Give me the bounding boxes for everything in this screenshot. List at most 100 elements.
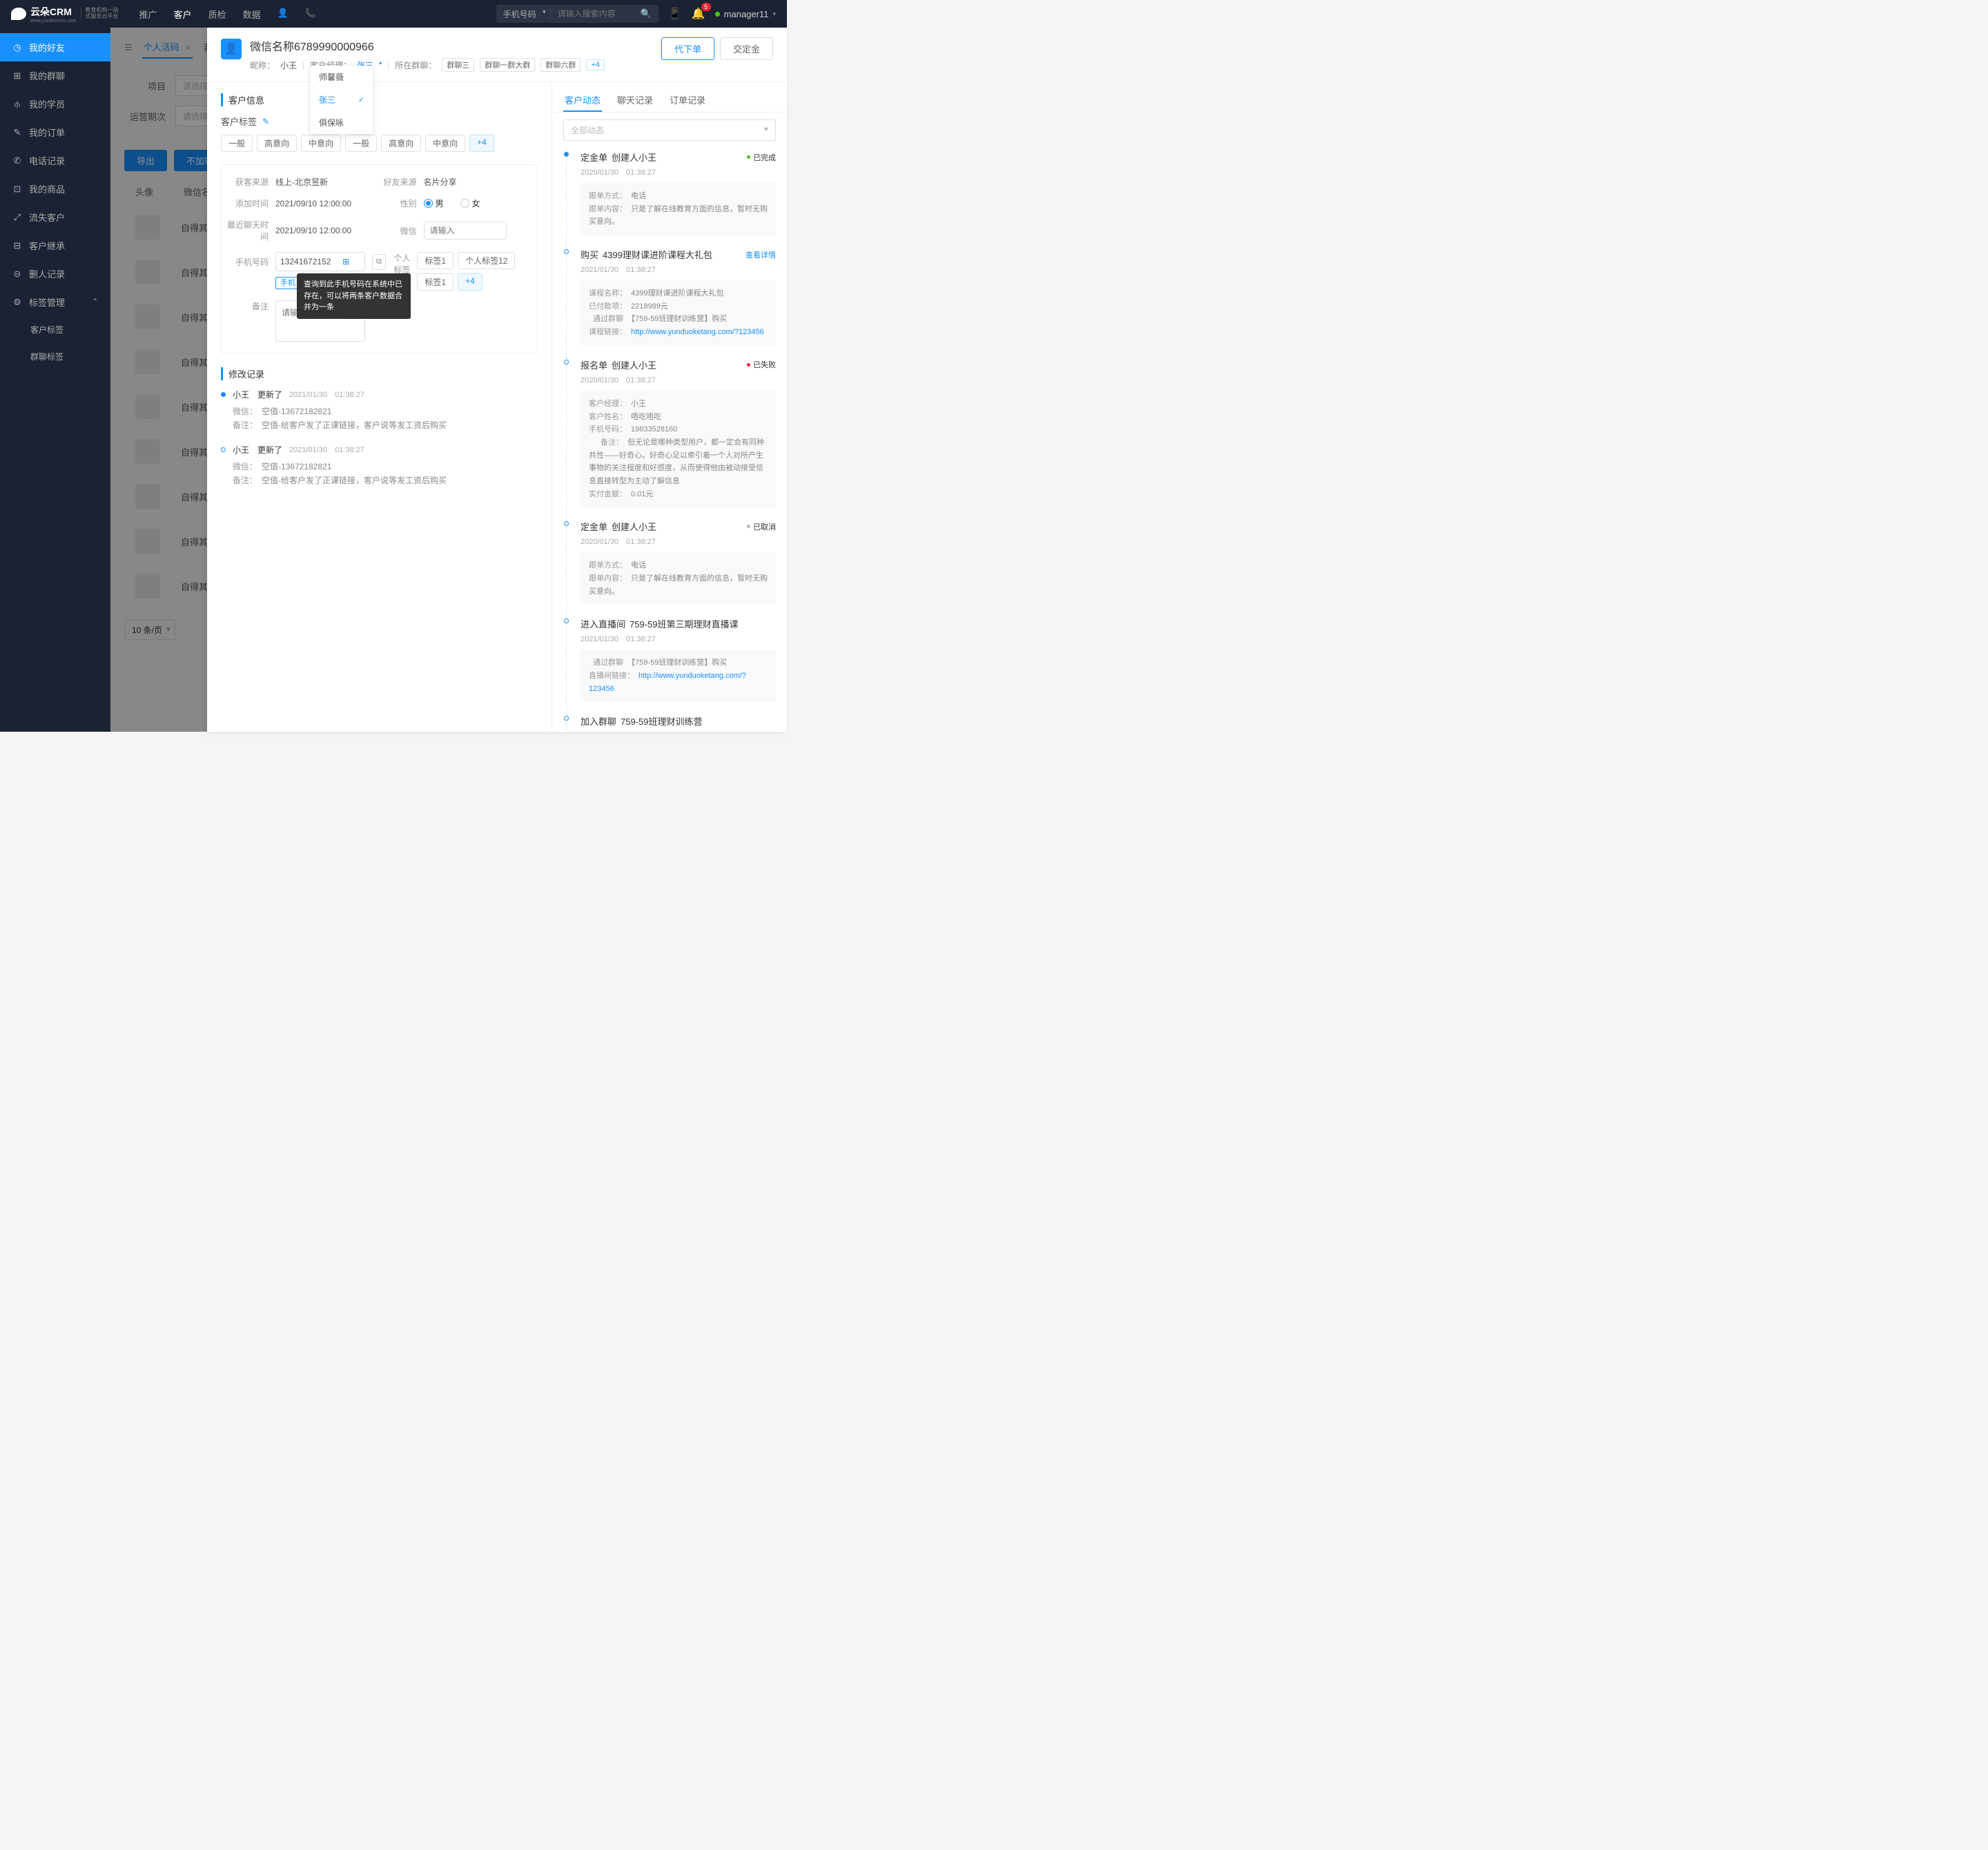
mobile-icon[interactable]: 📱 [668, 7, 682, 21]
status-dot [715, 12, 720, 17]
sidebar-icon: ✎ [12, 128, 22, 137]
dd-option[interactable]: 俱保咏 [311, 111, 373, 134]
log-line: 微信：空值-13672182821 [233, 405, 538, 418]
sidebar-label: 我的商品 [29, 182, 65, 195]
customer-tag[interactable]: 中意向 [425, 135, 465, 152]
sidebar-icon: ⤢ [12, 213, 22, 222]
nav-user-icon[interactable]: 👤 [277, 8, 289, 21]
group-tag[interactable]: 群聊六群 [540, 58, 581, 72]
timeline-item: 报名单创建人小王已失败2020/01/30 01:38:27客户经理：小王客户姓… [566, 358, 776, 520]
sidebar-item[interactable]: ⚙标签管理⌃ [0, 288, 110, 316]
log-dot [221, 392, 226, 397]
tl-dot [564, 716, 569, 721]
nav-data[interactable]: 数据 [243, 8, 261, 21]
label-addtime: 添加时间 [231, 197, 269, 209]
deposit-button[interactable]: 交定金 [720, 37, 773, 60]
sidebar-item[interactable]: 客户标签 [0, 316, 110, 343]
tl-status: 已完成 [747, 152, 776, 163]
timeline-item: 购买4399理财课进阶课程大礼包查看详情2021/01/30 01:38:27课… [566, 248, 776, 358]
copy-icon[interactable]: ⧉ [372, 254, 386, 270]
sidebar-label: 我的群聊 [29, 69, 65, 82]
dd-option[interactable]: 师馨薇 [311, 66, 373, 88]
nav-qc[interactable]: 质检 [208, 8, 226, 21]
personal-tag[interactable]: 个人标签12 [458, 252, 515, 269]
group-tag[interactable]: 群聊一群大群 [480, 58, 535, 72]
username: manager11 [724, 9, 769, 19]
tl-dot [564, 152, 569, 157]
val-source: 线上-北京昱新 [275, 176, 328, 188]
tl-sub: 创建人小王 [612, 150, 656, 164]
rtab-orders[interactable]: 订单记录 [668, 89, 707, 112]
personal-tag[interactable]: 标签1 [417, 273, 454, 291]
label-source: 获客来源 [231, 176, 269, 188]
tl-title: 进入直播间 [581, 617, 625, 630]
sidebar-item[interactable]: ✎ 我的订单 [0, 118, 110, 146]
log-line: 备注：空值-给客户发了正课链接，客户说等发工资后购买 [233, 418, 538, 432]
personal-tag[interactable]: 标签1 [417, 252, 454, 269]
sidebar-item[interactable]: ⫛ 我的学员 [0, 90, 110, 118]
customer-tag[interactable]: 中意向 [301, 135, 341, 152]
phone-input[interactable] [280, 257, 342, 266]
rtab-chat[interactable]: 聊天记录 [616, 89, 654, 112]
customer-tag[interactable]: 一般 [345, 135, 377, 152]
label-friend-source: 好友来源 [380, 176, 417, 188]
tl-date: 2021/01/30 01:38:27 [581, 264, 776, 275]
order-button[interactable]: 代下单 [661, 37, 714, 60]
sidebar-item[interactable]: ⊝删人记录 [0, 260, 110, 288]
bell-icon[interactable]: 🔔5 [692, 7, 705, 21]
sidebar-label: 我的订单 [29, 126, 65, 139]
tl-dot [564, 619, 569, 623]
group-tag[interactable]: 群聊三 [442, 58, 474, 72]
personal-tag-more[interactable]: +4 [458, 273, 483, 291]
tl-title: 加入群聊 [581, 714, 616, 728]
tl-card: 跟单方式：电话跟单内容：只是了解在线教育方面的信息，暂时无购买意向。 [581, 552, 776, 605]
sidebar-item[interactable]: ◷我的好友 [0, 33, 110, 61]
rtab-activity[interactable]: 客户动态 [563, 89, 602, 112]
tl-link[interactable]: 查看详情 [746, 249, 776, 260]
sidebar-item[interactable]: ⊞我的群聊 [0, 61, 110, 90]
nav-customer[interactable]: 客户 [174, 8, 192, 21]
sidebar-item[interactable]: ⊡我的商品 [0, 175, 110, 203]
customer-tag[interactable]: 高意向 [381, 135, 421, 152]
tag-more[interactable]: +4 [469, 135, 494, 152]
sidebar-item[interactable]: ⊟客户继承 [0, 231, 110, 260]
log-item: 小王 更新了2021/01/30 01:38:27微信：空值-136721828… [221, 389, 538, 433]
tl-sub: 759-59班理财训练营 [621, 714, 702, 728]
timeline-item: 加入群聊759-59班理财训练营2021/01/30 01:38:27入群方式：… [566, 714, 776, 732]
label-wechat: 微信 [380, 225, 417, 237]
check-icon: ✓ [358, 95, 364, 104]
sidebar-item[interactable]: 群聊标签 [0, 343, 110, 370]
search-icon[interactable]: 🔍 [634, 8, 659, 19]
link[interactable]: http://www.yunduoketang.com/?123456 [631, 328, 764, 336]
tl-dot [564, 521, 569, 526]
grid-icon[interactable]: ⊞ [342, 257, 349, 266]
dd-option[interactable]: 张三✓ [311, 88, 373, 111]
sidebar-label: 我的学员 [29, 97, 65, 110]
activity-filter[interactable]: 全部动态 [563, 119, 776, 141]
label-lastchat: 最近聊天时间 [220, 219, 269, 242]
tl-sub: 4399理财课进阶课程大礼包 [603, 248, 712, 261]
wechat-input[interactable] [424, 222, 507, 240]
search-input[interactable] [551, 9, 634, 19]
nav-promo[interactable]: 推广 [139, 8, 157, 21]
radio-male[interactable]: 男 [424, 197, 444, 209]
tl-sub: 759-59班第三期理财直播课 [630, 617, 738, 630]
section-customer-info: 客户信息 [221, 93, 538, 106]
search-type-select[interactable]: 手机号码 [496, 8, 551, 20]
edit-icon[interactable]: ✎ [262, 117, 269, 126]
tl-date: 2021/01/30 01:38:27 [581, 730, 776, 732]
sidebar-item[interactable]: ⤢流失客户 [0, 203, 110, 231]
group-more[interactable]: +4 [586, 59, 605, 70]
nav-phone-icon[interactable]: 📞 [305, 8, 316, 21]
timeline-item: 定金单创建人小王已完成2020/01/30 01:38:27跟单方式：电话跟单内… [566, 150, 776, 248]
tl-dot [564, 360, 569, 364]
radio-female[interactable]: 女 [460, 197, 480, 209]
sidebar-icon: ⫛ [12, 99, 22, 109]
customer-tag[interactable]: 一般 [221, 135, 253, 152]
sidebar-item[interactable]: ✆电话记录 [0, 146, 110, 175]
log-name: 小王 更新了 [233, 389, 282, 400]
logo-subtitle: 教育机构一站式服务云平台 [81, 8, 119, 20]
customer-tag[interactable]: 高意向 [257, 135, 297, 152]
user-menu[interactable]: manager11 ▾ [715, 9, 776, 19]
log-name: 小王 更新了 [233, 444, 282, 456]
